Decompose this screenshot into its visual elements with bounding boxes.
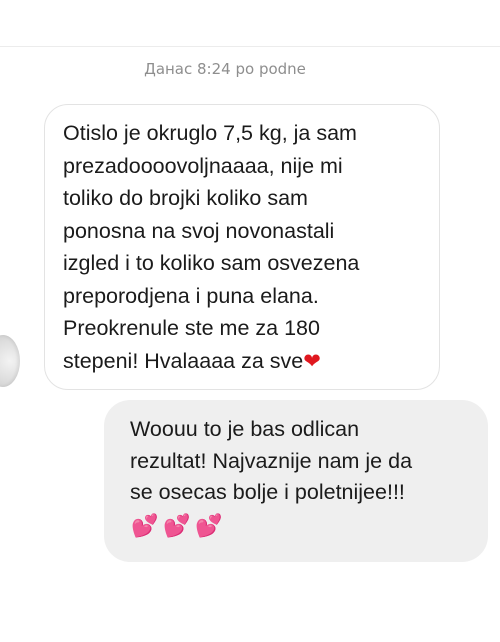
sent-message-bubble[interactable]: Woouu to je bas odlican rezultat! Najvaz… [104,400,488,562]
two-hearts-emoji: 💕 [163,514,191,539]
sent-message-text: Woouu to je bas odlican rezultat! Najvaz… [130,417,413,504]
red-heart-emoji: ❤ [303,349,321,373]
two-hearts-emoji: 💕 [195,514,223,539]
received-message-body: Otislo je okruglo 7,5 kg, ja sam prezado… [63,121,360,373]
two-hearts-emoji: 💕 [131,514,159,539]
top-divider [0,46,500,47]
message-timestamp: Данас 8:24 po podne [144,60,306,78]
sender-avatar[interactable] [0,335,20,387]
received-message-text: Otislo je okruglo 7,5 kg, ja sam prezado… [63,117,421,378]
received-message-bubble[interactable]: Otislo je okruglo 7,5 kg, ja sam prezado… [44,104,440,390]
chat-screen: Данас 8:24 po podne Otislo je okruglo 7,… [0,0,500,642]
sent-emoji-row: 💕 💕 💕 [130,514,224,540]
